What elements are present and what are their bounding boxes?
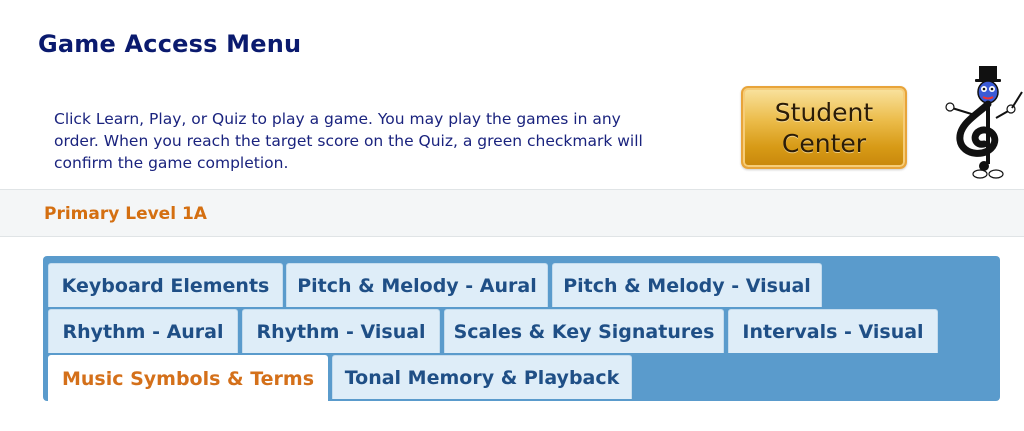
level-header-bar: Primary Level 1A: [0, 189, 1024, 237]
game-access-page: Game Access Menu Click Learn, Play, or Q…: [0, 0, 1024, 431]
tab-rhythm-aural[interactable]: Rhythm - Aural: [48, 309, 238, 353]
game-tab-panel: Keyboard Elements Pitch & Melody - Aural…: [43, 256, 1000, 401]
student-center-button[interactable]: Student Center: [741, 86, 907, 169]
page-title: Game Access Menu: [38, 30, 302, 58]
tab-music-symbols-terms[interactable]: Music Symbols & Terms: [48, 355, 328, 401]
student-center-label-line2: Center: [781, 128, 867, 158]
tab-rhythm-visual[interactable]: Rhythm - Visual: [242, 309, 440, 353]
tab-keyboard-elements[interactable]: Keyboard Elements: [48, 263, 283, 307]
tab-pitch-melody-visual[interactable]: Pitch & Melody - Visual: [552, 263, 822, 307]
student-center-label-line1: Student: [774, 97, 874, 127]
tab-scales-key-signatures[interactable]: Scales & Key Signatures: [444, 309, 724, 353]
tab-intervals-visual[interactable]: Intervals - Visual: [728, 309, 938, 353]
tab-pitch-melody-aural[interactable]: Pitch & Melody - Aural: [286, 263, 548, 307]
tab-tonal-memory-playback[interactable]: Tonal Memory & Playback: [332, 355, 632, 399]
instructions-text: Click Learn, Play, or Quiz to play a gam…: [54, 110, 643, 172]
level-title: Primary Level 1A: [44, 204, 207, 224]
treble-clef-mascot-icon: [945, 66, 1023, 179]
